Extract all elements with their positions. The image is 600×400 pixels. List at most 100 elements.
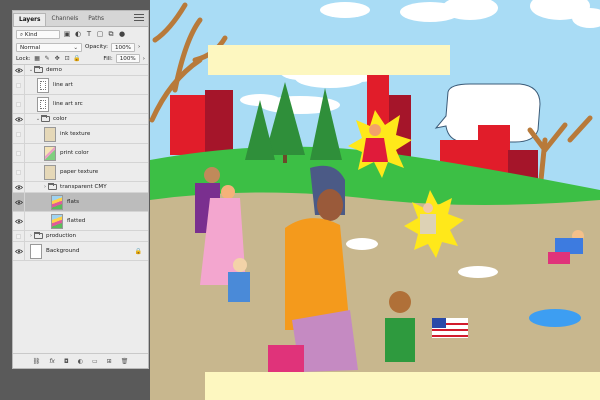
layer-name: demo bbox=[46, 67, 62, 73]
kind-filter-label: Kind bbox=[24, 31, 38, 38]
hidden-box-icon bbox=[16, 101, 21, 107]
layer-name: flats bbox=[67, 199, 80, 205]
layer-name: ink texture bbox=[60, 131, 91, 137]
lock-icon: 🔒 bbox=[134, 247, 142, 255]
layer-name: Background bbox=[46, 248, 80, 254]
caption-box-bottom-right bbox=[410, 372, 600, 400]
eye-icon bbox=[14, 67, 23, 73]
caption-box-bottom-left bbox=[205, 372, 410, 400]
link-icon[interactable]: ⛓ bbox=[33, 358, 41, 365]
layers-panel: Layers Channels Paths ⌕ Kind ▣ ◐ T ▢ ⧉ ● N… bbox=[12, 10, 149, 369]
chevron-right-icon[interactable]: › bbox=[143, 56, 145, 62]
type-filter-icon[interactable]: T bbox=[85, 30, 93, 38]
new-group-icon[interactable]: ▭ bbox=[92, 358, 98, 365]
panel-tabs: Layers Channels Paths bbox=[13, 11, 148, 27]
lock-brush-icon[interactable]: ✎ bbox=[44, 55, 51, 62]
fill-value: 100% bbox=[119, 56, 136, 62]
pixel-filter-icon[interactable]: ▣ bbox=[63, 30, 71, 38]
tab-layers[interactable]: Layers bbox=[13, 13, 47, 26]
shape-filter-icon[interactable]: ▢ bbox=[96, 30, 104, 38]
visibility-toggle[interactable] bbox=[13, 114, 25, 124]
layer-name: print color bbox=[60, 150, 89, 156]
layer-name: production bbox=[46, 233, 77, 239]
hidden-box-icon bbox=[16, 233, 21, 239]
lock-label: Lock: bbox=[16, 55, 31, 62]
hidden-box-icon bbox=[16, 131, 21, 137]
layer-row[interactable]: flatted bbox=[13, 212, 148, 231]
layer-row[interactable]: paper texture bbox=[13, 163, 148, 182]
blend-row: Normal ⌄ Opacity: 100% › bbox=[13, 41, 148, 53]
lock-all-icon[interactable]: 🔒 bbox=[73, 55, 80, 62]
kind-filter-dropdown[interactable]: ⌕ Kind bbox=[16, 29, 60, 39]
layer-row[interactable]: flats bbox=[13, 193, 148, 212]
layer-row[interactable]: ink texture bbox=[13, 125, 148, 144]
visibility-toggle[interactable] bbox=[13, 193, 25, 211]
layer-name: transparent CMY bbox=[60, 184, 107, 190]
layer-row[interactable]: Background 🔒 bbox=[13, 242, 148, 261]
visibility-toggle[interactable] bbox=[13, 65, 25, 75]
layer-row[interactable]: print color bbox=[13, 144, 148, 163]
fx-icon[interactable]: fx bbox=[49, 358, 55, 365]
layer-thumbnail bbox=[44, 126, 56, 142]
fill-field[interactable]: 100% bbox=[115, 54, 140, 63]
visibility-toggle[interactable] bbox=[13, 242, 25, 260]
filter-toggle-icon[interactable]: ● bbox=[118, 30, 126, 38]
layer-group-row[interactable]: ⌄ demo bbox=[13, 65, 148, 76]
caption-box-top bbox=[208, 45, 450, 75]
folder-icon bbox=[34, 232, 43, 239]
hidden-box-icon bbox=[16, 150, 21, 156]
layer-name: flatted bbox=[67, 218, 86, 224]
panel-menu-icon[interactable] bbox=[134, 14, 144, 22]
lock-row: Lock: ▦ ✎ ✥ ⊡ 🔒 Fill: 100% › bbox=[13, 53, 148, 65]
layer-row[interactable]: line art bbox=[13, 76, 148, 95]
fill-label: Fill: bbox=[103, 55, 113, 62]
layer-thumbnail bbox=[44, 145, 56, 161]
blend-mode-dropdown[interactable]: Normal ⌄ bbox=[16, 42, 82, 52]
opacity-label: Opacity: bbox=[85, 44, 108, 50]
tab-channels[interactable]: Channels bbox=[46, 13, 83, 26]
smart-object-filter-icon[interactable]: ⧉ bbox=[107, 30, 115, 38]
hidden-box-icon bbox=[16, 82, 21, 88]
trash-icon[interactable]: 🗑 bbox=[121, 358, 129, 365]
chevron-down-icon: ⌄ bbox=[73, 44, 78, 51]
opacity-value: 100% bbox=[115, 44, 131, 51]
eye-icon bbox=[14, 218, 23, 224]
folder-icon bbox=[48, 183, 57, 190]
adjustment-filter-icon[interactable]: ◐ bbox=[74, 30, 82, 38]
visibility-toggle[interactable] bbox=[13, 144, 25, 162]
layer-group-row[interactable]: › transparent CMY bbox=[13, 182, 148, 193]
visibility-toggle[interactable] bbox=[13, 125, 25, 143]
visibility-toggle[interactable] bbox=[13, 163, 25, 181]
hidden-box-icon bbox=[16, 169, 21, 175]
layer-thumbnail bbox=[37, 96, 49, 112]
visibility-toggle[interactable] bbox=[13, 231, 25, 241]
layer-name: paper texture bbox=[60, 169, 99, 175]
chevron-right-icon[interactable]: › bbox=[138, 44, 140, 50]
folder-icon bbox=[34, 66, 43, 73]
blend-mode-value: Normal bbox=[20, 44, 41, 51]
visibility-toggle[interactable] bbox=[13, 76, 25, 94]
mask-icon[interactable]: ◘ bbox=[64, 358, 69, 365]
visibility-toggle[interactable] bbox=[13, 182, 25, 192]
layer-thumbnail bbox=[30, 243, 42, 259]
visibility-toggle[interactable] bbox=[13, 95, 25, 113]
adjustment-icon[interactable]: ◐ bbox=[78, 358, 83, 365]
layer-thumbnail bbox=[44, 164, 56, 180]
lock-move-icon[interactable]: ✥ bbox=[54, 55, 61, 62]
layer-name: line art bbox=[53, 82, 73, 88]
folder-icon bbox=[41, 115, 50, 122]
opacity-field[interactable]: 100% bbox=[111, 42, 135, 52]
layer-row[interactable]: line art src bbox=[13, 95, 148, 114]
lock-transparent-icon[interactable]: ▦ bbox=[34, 55, 41, 62]
layer-name: color bbox=[53, 116, 67, 122]
eye-icon bbox=[14, 248, 23, 254]
layer-group-row[interactable]: ⌄ color bbox=[13, 114, 148, 125]
layer-thumbnail bbox=[37, 77, 49, 93]
visibility-toggle[interactable] bbox=[13, 212, 25, 230]
filter-row: ⌕ Kind ▣ ◐ T ▢ ⧉ ● bbox=[13, 27, 148, 41]
layer-group-row[interactable]: › production bbox=[13, 231, 148, 242]
new-layer-icon[interactable]: ⊞ bbox=[107, 358, 112, 365]
tab-paths[interactable]: Paths bbox=[83, 13, 109, 26]
panel-footer: ⛓ fx ◘ ◐ ▭ ⊞ 🗑 bbox=[13, 353, 148, 368]
lock-artboard-icon[interactable]: ⊡ bbox=[64, 55, 71, 62]
